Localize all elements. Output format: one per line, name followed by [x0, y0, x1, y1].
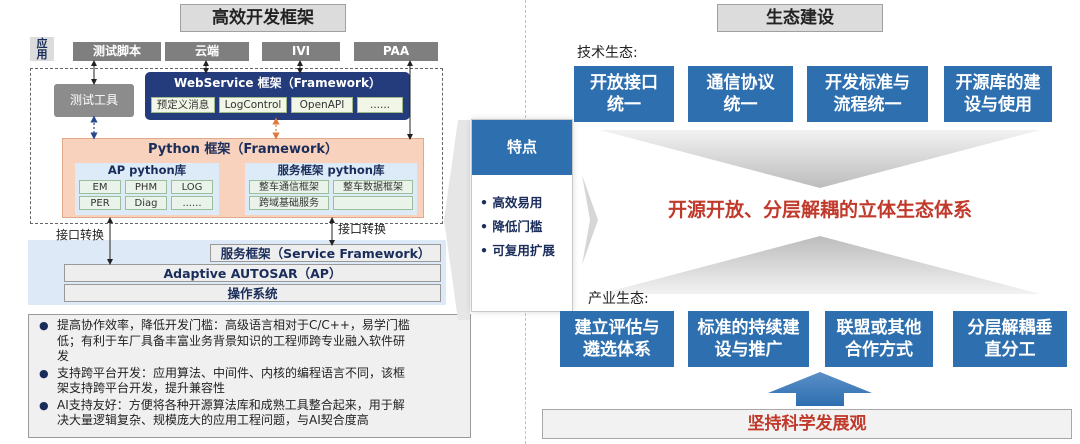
bullet-dot: ● [39, 398, 49, 412]
feature-item: • 可复用扩展 [480, 239, 572, 263]
industry-box-standards: 标准的持续建 设与推广 [688, 311, 809, 367]
feature-item: • 降低门槛 [480, 215, 572, 239]
note-1-line-3: 发 [57, 349, 70, 363]
tech-box-line: 通信协议 [706, 73, 775, 93]
tech-box-open-api: 开放接口 统一 [574, 66, 674, 122]
tech-box-line: 设与使用 [964, 95, 1032, 115]
bullet-dot: ● [39, 319, 49, 332]
note-3-line-2: 决大量逻辑复杂、规模庞大的应用工程问题，与AI契合度高 [57, 413, 369, 427]
tech-box-line: 开放接口 [590, 73, 658, 93]
notes-box: ● 提高协作效率，降低开发门槛：高级语言相对于C/C++，易学门槛 低；有利于车… [28, 314, 471, 438]
left-chevron [444, 120, 470, 320]
note-1-line-2: 低；有利于车厂具备丰富业务背景知识的工程师跨专业融入软件研 [57, 333, 406, 348]
ecosystem-center-text: 开源开放、分层解耦的立体生态体系 [667, 199, 972, 221]
funnel-top [600, 130, 1040, 188]
industry-box-line: 分层解耦垂 [967, 318, 1053, 338]
features-list: • 高效易用 • 降低门槛 • 可复用扩展 [472, 175, 572, 263]
right-title: 生态建设 [717, 4, 883, 32]
industry-box-line: 直分工 [984, 340, 1036, 360]
industry-box-line: 建立评估与 [574, 318, 660, 338]
feature-bullet: • [480, 219, 493, 234]
feature-bullet: • [480, 195, 493, 210]
tech-box-protocol: 通信协议 统一 [688, 66, 793, 122]
note-1-line-1: 提高协作效率，降低开发门槛：高级语言相对于C/C++，易学门槛 [57, 318, 410, 332]
industry-box-alliance: 联盟或其他 合作方式 [825, 311, 933, 367]
up-arrow-icon [768, 372, 872, 406]
industry-box-evaluation: 建立评估与 遴选体系 [560, 311, 674, 367]
note-2-line-1: 支持跨平台开发：应用算法、中间件、内核的编程语言不同，该框 [57, 365, 406, 380]
feature-label: 可复用扩展 [492, 243, 555, 258]
tech-box-open-source: 开源库的建 设与使用 [944, 66, 1052, 122]
industry-eco-label: 产业生态: [588, 291, 649, 307]
feature-item: • 高效易用 [480, 191, 572, 215]
features-header: 特点 [472, 120, 572, 175]
features-panel: 特点 • 高效易用 • 降低门槛 • 可复用扩展 [471, 119, 573, 312]
tech-eco-label: 技术生态: [577, 45, 638, 61]
industry-box-line: 联盟或其他 [836, 318, 922, 338]
note-3-line-1: AI支持友好：方便将各种开源算法库和成熟工具整合起来，用于解 [57, 397, 405, 412]
tech-box-line: 统一 [607, 95, 641, 115]
tech-box-line: 开源库的建 [955, 73, 1041, 93]
note-2-line-2: 架支持跨平台开发，提升兼容性 [57, 381, 226, 395]
bottom-principle: 坚持科学发展观 [542, 409, 1072, 439]
tech-box-line: 统一 [723, 95, 758, 115]
tech-box-line: 开发标准与 [825, 73, 910, 93]
feature-label: 降低门槛 [492, 219, 543, 234]
tech-box-standard: 开发标准与 流程统一 [807, 66, 928, 122]
note-item: ● 提高协作效率，降低开发门槛：高级语言相对于C/C++，易学门槛 低；有利于车… [39, 318, 464, 365]
industry-box-line: 合作方式 [845, 340, 913, 360]
feature-bullet: • [480, 243, 493, 258]
industry-box-line: 标准的持续建 [697, 318, 800, 338]
note-item: ● AI支持友好：方便将各种开源算法库和成熟工具整合起来，用于解 决大量逻辑复杂… [39, 398, 464, 429]
panel-divider [525, 313, 526, 444]
panel-divider [525, 0, 526, 118]
industry-box-line: 遴选体系 [583, 340, 651, 360]
left-connectors [90, 60, 413, 265]
note-item: ● 支持跨平台开发：应用算法、中间件、内核的编程语言不同，该框 架支持跨平台开发… [39, 366, 464, 397]
feature-label: 高效易用 [492, 195, 543, 210]
tech-box-line: 流程统一 [833, 95, 902, 115]
bullet-dot: ● [39, 366, 49, 380]
industry-box-layered: 分层解耦垂 直分工 [953, 311, 1067, 367]
funnel-bottom [600, 236, 1040, 294]
industry-box-line: 设与推广 [714, 340, 783, 360]
